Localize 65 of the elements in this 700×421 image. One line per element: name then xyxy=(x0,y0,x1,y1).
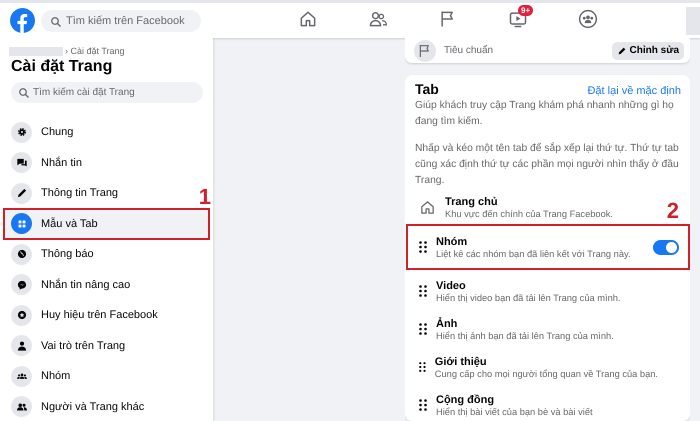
logo-icon[interactable] xyxy=(10,8,35,33)
step-number: 2 xyxy=(666,200,679,222)
toggle-switch[interactable] xyxy=(653,240,679,254)
description-text: Nhấp và kéo một tên tab để sắp xếp lại thứ tự. Thứ tự tab cũng xác định thứ tự các phần mọi người nhìn thấy ở đầu Trang. xyxy=(415,141,680,188)
tab-name: Trang chủ xyxy=(445,196,499,208)
group-icon xyxy=(578,9,598,29)
step-number: 1 xyxy=(198,186,211,208)
tab-description: Hiển thị ảnh bạn đã tải lên Trang của mình. xyxy=(436,330,615,340)
drag-handle-icon[interactable] xyxy=(419,361,426,373)
tab-description: Khu vực đến chính của Trang Facebook. xyxy=(445,208,614,218)
sidebar-item[interactable]: Nhóm xyxy=(0,361,195,392)
card-title: Tab xyxy=(415,81,439,97)
sidebar-item[interactable]: Chung xyxy=(0,117,195,148)
sidebar-item[interactable]: Mẫu và Tab xyxy=(4,208,209,239)
pencil-icon xyxy=(11,182,32,204)
notification-badge: 9+ xyxy=(518,4,534,16)
sidebar-item[interactable]: Vai trò trên Trang xyxy=(0,330,195,361)
sidebar-item[interactable]: Thông báo xyxy=(0,239,195,270)
edit-button[interactable]: Chỉnh sửa xyxy=(612,42,684,60)
tab-name: Video xyxy=(436,280,467,292)
tab-row[interactable]: Giới thiệu Cung cấp cho mọi người tổng quan về Trang của bạn. xyxy=(415,348,661,386)
nav-tab[interactable]: 9+ xyxy=(501,4,535,36)
star-badge-icon xyxy=(11,304,32,326)
tab-name: Ảnh xyxy=(436,318,458,330)
person-icon xyxy=(11,335,32,356)
tab-name: Nhóm xyxy=(436,236,468,248)
sidebar-item[interactable]: Người và Trang khác xyxy=(0,392,195,421)
tab-name: Cộng đồng xyxy=(436,394,496,406)
drag-handle-icon[interactable] xyxy=(419,323,427,335)
search-field[interactable]: Tìm kiếm trên Facebook xyxy=(41,10,201,32)
people-icon xyxy=(11,396,32,418)
pencil-icon xyxy=(616,46,627,56)
group-icon xyxy=(11,366,32,387)
messenger-icon xyxy=(11,274,32,296)
settings-icon xyxy=(11,122,32,143)
tab-name: Giới thiệu xyxy=(434,356,488,368)
chat-icon xyxy=(11,152,32,174)
redacted-name-block xyxy=(9,46,63,56)
tab-description: Cung cấp cho mọi người tổng quan về Trang của bạn. xyxy=(434,368,658,378)
breadcrumb-link[interactable]: › Cài đặt Trang xyxy=(65,46,125,56)
tab-description: Hiển thị bài viết của bạn bè và bài viết xyxy=(436,406,594,416)
template-name: Tiêu chuẩn xyxy=(444,45,494,56)
reset-link[interactable]: Đặt lại về mặc định xyxy=(587,85,681,97)
tab-row[interactable]: Cộng đồng Hiển thị bài viết của bạn bè và bài viết xyxy=(415,386,661,421)
sidebar-item[interactable]: Huy hiệu trên Facebook xyxy=(0,300,195,330)
tab-description: Liệt kê các nhóm bạn đã liên kết với Trang này. xyxy=(436,248,632,258)
house-icon xyxy=(298,9,318,29)
tab-row[interactable]: Ảnh Hiển thị ảnh bạn đã tải lên Trang của mình. xyxy=(415,310,661,348)
grid-icon xyxy=(11,213,32,234)
page-title: Cài đặt Trang xyxy=(11,58,114,76)
people-icon xyxy=(368,9,388,29)
description-text: Giúp khách truy cập Trang khám phá nhanh những gì họ đang tìm kiếm. xyxy=(415,99,675,129)
globe-icon xyxy=(11,244,32,265)
tab-row[interactable]: Nhóm Liệt kê các nhóm bạn đã liên kết với Trang này. xyxy=(407,225,689,269)
drag-handle-icon[interactable] xyxy=(419,399,427,411)
drag-handle-icon[interactable] xyxy=(419,285,427,297)
tab-row[interactable]: Video Hiển thị video bạn đã tải lên Trang của mình. xyxy=(415,272,661,310)
tab-description: Hiển thị video bạn đã tải lên Trang của mình. xyxy=(436,292,622,302)
sidebar-item[interactable]: Nhắn tin xyxy=(0,148,195,178)
house-icon xyxy=(419,198,436,216)
search-field[interactable]: Tìm kiếm cài đặt Trang xyxy=(11,82,203,103)
sidebar-item[interactable]: Nhắn tin nâng cao xyxy=(0,270,195,300)
sidebar-item[interactable]: Thông tin Trang xyxy=(0,178,195,208)
drag-handle-icon[interactable] xyxy=(419,241,427,253)
tab-row[interactable]: Trang chủ Khu vực đến chính của Trang Facebook. xyxy=(415,189,661,225)
